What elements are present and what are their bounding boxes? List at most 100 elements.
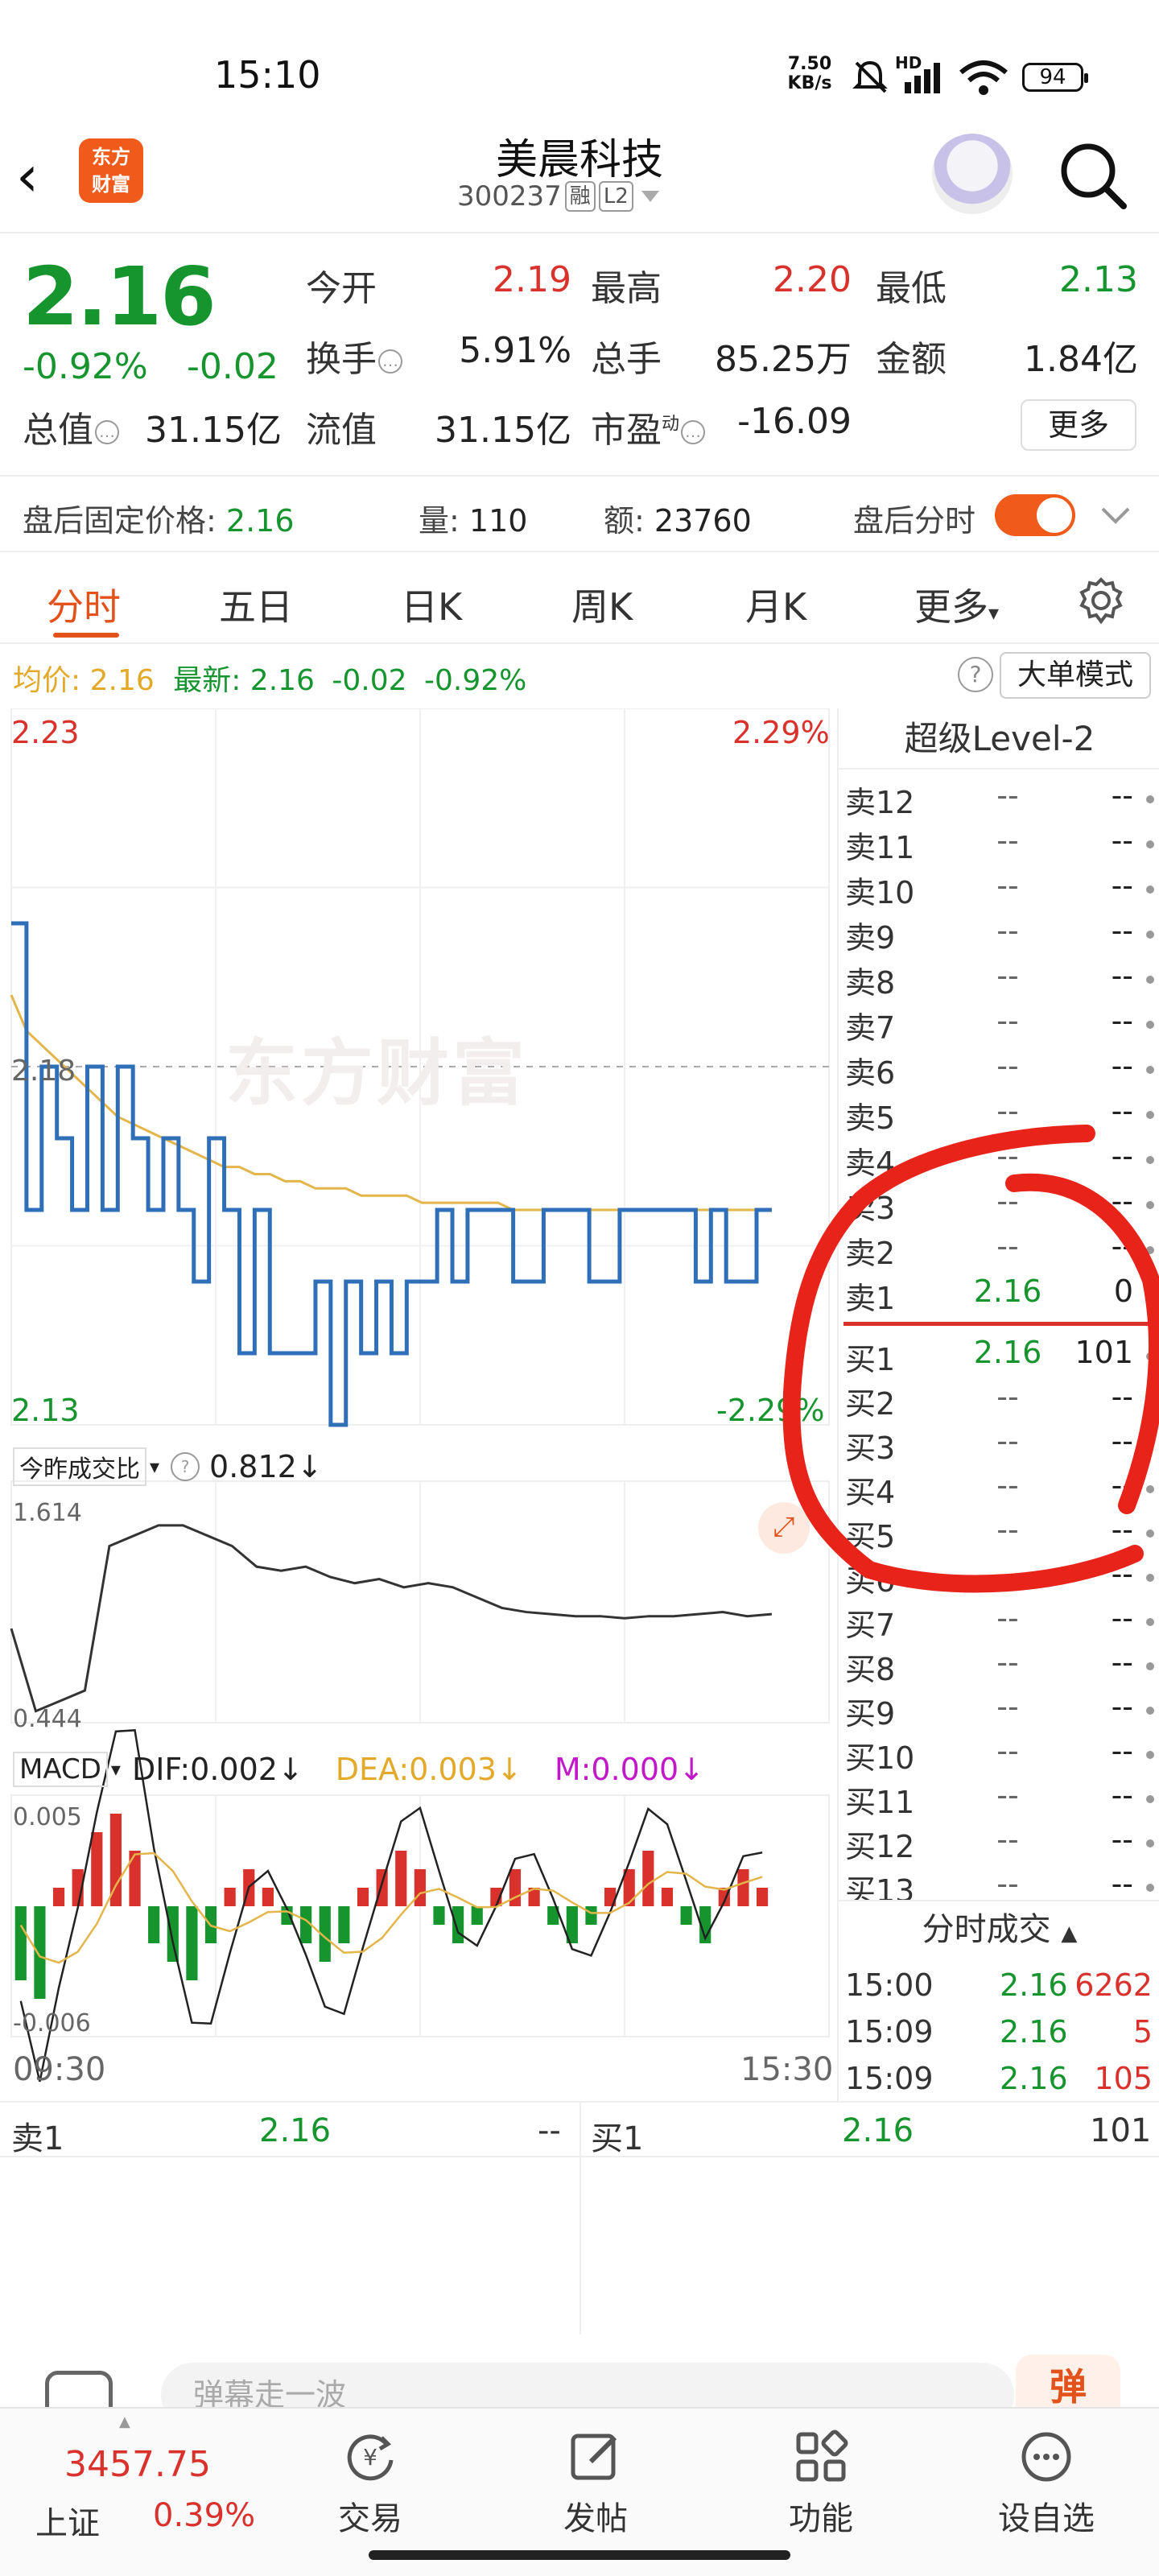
- macd-dif: DIF:0.002: [131, 1752, 278, 1787]
- robot-assistant-avatar[interactable]: [932, 134, 1013, 214]
- macd-bar: [642, 1851, 654, 1906]
- help-icon[interactable]: ?: [958, 657, 993, 692]
- ask-row[interactable]: 卖12 -- --: [839, 778, 1159, 823]
- ask-row[interactable]: 卖6 -- --: [839, 1048, 1159, 1093]
- info-dots-icon[interactable]: …: [95, 420, 119, 444]
- summary-bid-price: 2.16: [842, 2112, 914, 2149]
- afterhours-price-value: 2.16: [225, 503, 295, 539]
- afterhours-toggle[interactable]: [995, 494, 1075, 536]
- bid-label: 买8: [845, 1652, 896, 1687]
- last-price: 2.16: [23, 250, 217, 344]
- tab-five-day[interactable]: 五日: [219, 578, 293, 631]
- index-value[interactable]: 3457.75: [64, 2444, 211, 2485]
- bid-volume: --: [1111, 1777, 1133, 1813]
- afterhours-vol-label: 量:: [419, 503, 460, 539]
- settings-gear-icon[interactable]: [1075, 575, 1127, 626]
- volume-value: 85.25万: [715, 339, 852, 380]
- volume-ratio-title[interactable]: 今昨成交比: [13, 1447, 146, 1486]
- nav-post-label: 发帖: [563, 2500, 628, 2537]
- tab-daily-k[interactable]: 日K: [401, 578, 462, 631]
- ask-volume: --: [1111, 778, 1133, 813]
- nav-trade[interactable]: ¥ 交易: [298, 2428, 443, 2539]
- dot-icon: [1146, 931, 1154, 939]
- status-time: 15:10: [214, 53, 321, 97]
- app-logo[interactable]: 东方 财富: [79, 138, 143, 203]
- stock-code-row[interactable]: 300237 融 L2: [457, 180, 662, 213]
- nav-post[interactable]: 发帖: [523, 2428, 668, 2539]
- more-button[interactable]: 更多: [1021, 399, 1136, 451]
- afterhours-vol-value: 110: [468, 503, 528, 539]
- bid-price: --: [996, 1777, 1019, 1813]
- info-dots-icon[interactable]: …: [378, 349, 402, 374]
- macd-bar: [737, 1869, 749, 1906]
- nav-add-watchlist-label: 设自选: [998, 2500, 1095, 2537]
- ask-row[interactable]: 卖9 -- --: [839, 913, 1159, 958]
- chart-area: 东方财富 2.23 2.18 2.13 2.29% -2.29% 今昨成交比 ▾…: [0, 708, 837, 2101]
- macd-bar: [509, 1869, 522, 1906]
- bid-row[interactable]: 买10 -- --: [839, 1733, 1159, 1778]
- summary-ask-label: 卖1: [11, 2120, 64, 2157]
- summary-ask-price: 2.16: [259, 2112, 332, 2149]
- order-book-title[interactable]: 超级Level-2: [839, 708, 1159, 770]
- ask-price: --: [996, 868, 1019, 903]
- charts-svg[interactable]: [0, 708, 837, 2101]
- macd-m: M:0.000: [554, 1752, 679, 1787]
- ask-price: --: [996, 778, 1019, 813]
- bid-volume: --: [1111, 1866, 1133, 1901]
- logo-line1: 东方: [92, 146, 130, 168]
- macd-bar: [357, 1888, 369, 1906]
- macd-bar: [661, 1888, 674, 1906]
- trades-title[interactable]: 分时成交 ▲: [839, 1900, 1159, 1956]
- nav-add-watchlist[interactable]: 设自选: [974, 2428, 1119, 2539]
- price-line: [11, 921, 772, 1427]
- index-pct: 0.39%: [153, 2497, 256, 2534]
- bid-row[interactable]: 买9 -- --: [839, 1689, 1159, 1734]
- trade-time: 15:00: [845, 1967, 934, 2003]
- bid-row[interactable]: 买11 -- --: [839, 1777, 1159, 1823]
- info-dots-icon[interactable]: …: [681, 420, 706, 444]
- search-icon[interactable]: [1054, 137, 1132, 214]
- svg-text:¥: ¥: [363, 2444, 377, 2471]
- low-value: 2.13: [1059, 259, 1138, 300]
- macd-bar: [167, 1906, 179, 1962]
- pe-superscript: 动: [662, 414, 680, 435]
- ask-row[interactable]: 卖7 -- --: [839, 1003, 1159, 1048]
- trade-price: 2.16: [1000, 1967, 1068, 2003]
- dot-icon: [1146, 1618, 1154, 1626]
- tab-weekly-k[interactable]: 周K: [571, 578, 633, 631]
- afterhours-amt-label: 额:: [604, 503, 645, 539]
- open-label: 今开: [306, 268, 377, 309]
- arrow-down-icon: ↓: [678, 1752, 705, 1787]
- bid-row[interactable]: 买8 -- --: [839, 1645, 1159, 1690]
- ask-row[interactable]: 卖11 -- --: [839, 823, 1159, 868]
- ask-row[interactable]: 卖8 -- --: [839, 958, 1159, 1003]
- chart-tabs: 分时 五日 日K 周K 月K 更多▾: [0, 555, 1159, 644]
- macd-tick-top: 0.005: [13, 1803, 82, 1831]
- tab-intraday[interactable]: 分时: [47, 578, 121, 631]
- pct-change: -0.92%: [23, 346, 148, 387]
- dot-icon: [1146, 795, 1154, 803]
- help-icon[interactable]: ?: [171, 1452, 200, 1481]
- back-chevron-icon[interactable]: ‹: [16, 148, 64, 213]
- grid-functions-icon: [796, 2429, 848, 2482]
- high-value: 2.20: [773, 259, 852, 300]
- ask-volume: --: [1111, 958, 1133, 993]
- pct-tick-top: 2.29%: [732, 715, 830, 750]
- tab-more[interactable]: 更多▾: [914, 578, 999, 631]
- trades-title-text: 分时成交: [922, 1911, 1051, 1948]
- chart-info-row: 均价: 2.16 最新: 2.16 -0.02 -0.92%: [13, 657, 526, 699]
- avg-label: 均价:: [13, 664, 81, 697]
- nav-functions[interactable]: 功能: [749, 2428, 893, 2539]
- ask-row[interactable]: 卖10 -- --: [839, 868, 1159, 913]
- bid-row[interactable]: 买12 -- --: [839, 1822, 1159, 1867]
- macd-title[interactable]: MACD: [13, 1752, 108, 1787]
- macd-bar: [34, 1906, 46, 1999]
- big-order-mode-button[interactable]: 大单模式: [1000, 652, 1151, 699]
- latest-change: -0.02: [332, 664, 407, 697]
- bid-price: --: [996, 1689, 1019, 1724]
- trade-time: 15:09: [845, 2014, 934, 2050]
- chevron-down-icon[interactable]: [1098, 499, 1133, 531]
- macd-bar: [756, 1888, 769, 1906]
- tab-monthly-k[interactable]: 月K: [745, 578, 806, 631]
- bid-volume: --: [1111, 1689, 1133, 1724]
